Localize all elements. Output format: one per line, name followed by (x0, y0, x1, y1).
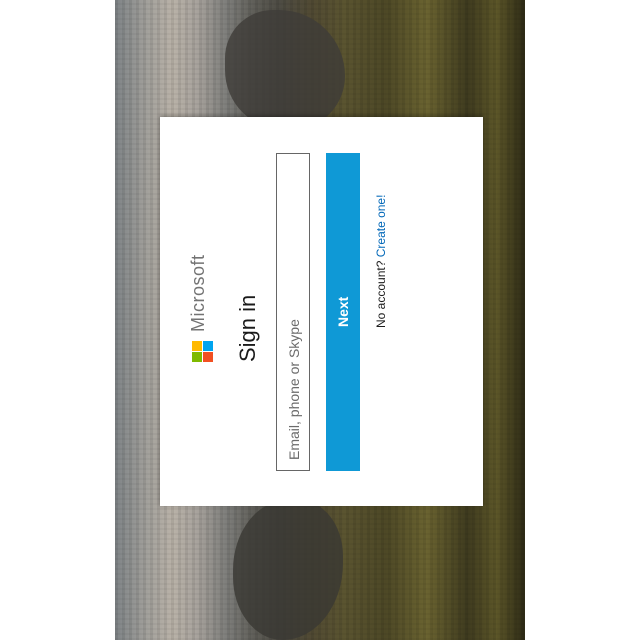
no-account-text: No account? (374, 260, 388, 328)
email-placeholder: Email, phone or Skype (286, 319, 302, 460)
microsoft-logo-icon (192, 341, 213, 362)
no-account-row: No account? Create one! (374, 195, 388, 328)
logo-square-blue (203, 341, 213, 351)
page-title: Sign in (235, 294, 260, 362)
logo-square-yellow (192, 341, 202, 351)
brand: Microsoft (188, 162, 218, 362)
email-field[interactable]: Email, phone or Skype (276, 153, 310, 471)
next-button-label: Next (335, 296, 351, 328)
background-rock (225, 10, 345, 130)
create-account-link[interactable]: Create one! (374, 195, 388, 258)
next-button[interactable]: Next (326, 153, 360, 471)
signin-card: Microsoft Sign in Email, phone or Skype … (160, 117, 483, 506)
brand-name: Microsoft (188, 254, 208, 332)
logo-square-green (192, 352, 202, 362)
background-rock (233, 500, 343, 640)
logo-square-red (203, 352, 213, 362)
